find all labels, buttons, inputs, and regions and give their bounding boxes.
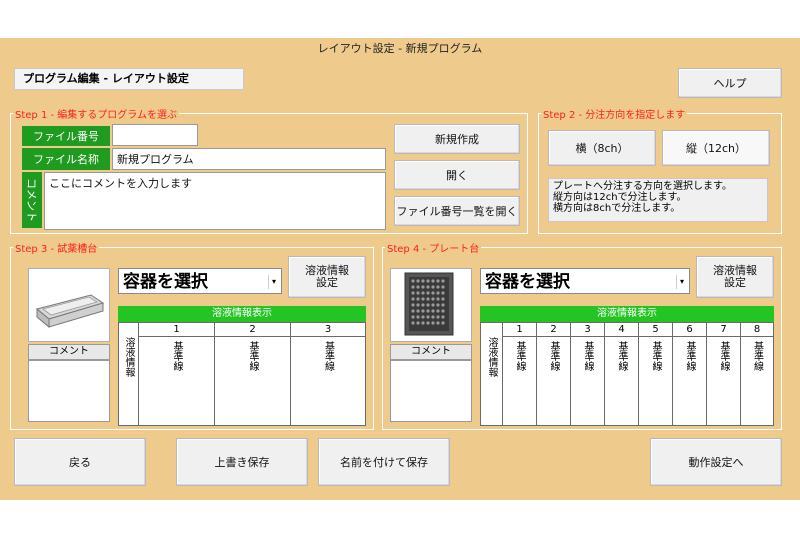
- step3-solution-table: 溶液情報 1 2 3 基準線 基準線 基準線: [118, 322, 366, 426]
- file-number-label: ファイル番号: [22, 126, 110, 146]
- column-header: 2: [215, 323, 291, 337]
- overwrite-save-button[interactable]: 上書き保存: [176, 438, 308, 486]
- column-header: 7: [707, 323, 741, 337]
- horizontal-8ch-button[interactable]: 横（8ch）: [548, 130, 656, 166]
- step4-container-select[interactable]: 容器を選択 ▾: [480, 268, 690, 294]
- open-file-list-button[interactable]: ファイル番号一覧を開く: [394, 196, 520, 226]
- solution-cell[interactable]: 基準線: [707, 337, 741, 425]
- step1-legend: Step 1 - 編集するプログラムを選ぶ: [15, 110, 177, 121]
- info-line: 横方向は8chで分注します。: [553, 203, 681, 214]
- column-header: 4: [605, 323, 639, 337]
- save-as-button[interactable]: 名前を付けて保存: [318, 438, 450, 486]
- step3-legend: Step 3 - 試薬槽台: [15, 244, 98, 255]
- column-header: 1: [503, 323, 537, 337]
- solution-cell[interactable]: 基準線: [291, 337, 365, 425]
- direction-info: プレートへ分注する方向を選択します。 縦方向は12chで分注します。 横方向は8…: [548, 178, 768, 222]
- plate-image: [390, 268, 472, 342]
- chevron-down-icon[interactable]: ▾: [268, 275, 279, 289]
- step3-comment-field[interactable]: [28, 360, 110, 422]
- page-title: プログラム編集 - レイアウト設定: [14, 68, 244, 90]
- step3-row-label: 溶液情報: [119, 323, 139, 425]
- chevron-down-icon[interactable]: ▾: [676, 275, 687, 289]
- app-window: レイアウト設定 - 新規プログラム プログラム編集 - レイアウト設定 ヘルプ …: [0, 38, 800, 500]
- column-header: 1: [139, 323, 215, 337]
- step3-container-select[interactable]: 容器を選択 ▾: [118, 268, 282, 294]
- info-line: プレートへ分注する方向を選択します。: [553, 181, 732, 192]
- step3-comment-label: コメント: [28, 344, 110, 360]
- file-name-label: ファイル名称: [22, 148, 110, 170]
- step3-select-value: 容器を選択: [123, 272, 208, 292]
- column-header: 6: [673, 323, 707, 337]
- step4-row-label: 溶液情報: [481, 323, 503, 425]
- step4-select-value: 容器を選択: [485, 272, 570, 292]
- new-program-button[interactable]: 新規作成: [394, 124, 520, 154]
- comment-field[interactable]: ここにコメントを入力します: [44, 172, 386, 230]
- column-header: 8: [741, 323, 773, 337]
- go-to-motion-settings-button[interactable]: 動作設定へ: [650, 438, 782, 486]
- help-button[interactable]: ヘルプ: [678, 68, 782, 98]
- reservoir-tray-icon: [35, 294, 105, 329]
- step4-table-title: 溶液情報表示: [480, 306, 774, 322]
- reservoir-image: [28, 268, 110, 342]
- solution-cell[interactable]: 基準線: [639, 337, 673, 425]
- solution-cell[interactable]: 基準線: [215, 337, 291, 425]
- column-header: 2: [537, 323, 571, 337]
- comment-label: コメント: [22, 172, 42, 228]
- step4-legend: Step 4 - プレート台: [387, 244, 480, 255]
- step4-comment-field[interactable]: [390, 360, 472, 422]
- step4-comment-label: コメント: [390, 344, 472, 360]
- step3-solution-settings-button[interactable]: 溶液情報 設定: [288, 256, 366, 298]
- column-header: 3: [571, 323, 605, 337]
- file-number-field[interactable]: [112, 124, 198, 146]
- well-plate-icon: [404, 272, 454, 336]
- vertical-12ch-button[interactable]: 縦（12ch）: [662, 130, 770, 166]
- file-name-field[interactable]: 新規プログラム: [112, 148, 386, 170]
- solution-cell[interactable]: 基準線: [571, 337, 605, 425]
- solution-cell[interactable]: 基準線: [605, 337, 639, 425]
- solution-cell[interactable]: 基準線: [503, 337, 537, 425]
- column-header: 5: [639, 323, 673, 337]
- window-title: レイアウト設定 - 新規プログラム: [317, 42, 483, 55]
- step3-table-title: 溶液情報表示: [118, 306, 366, 322]
- step2-legend: Step 2 - 分注方向を指定します: [543, 110, 686, 121]
- solution-cell[interactable]: 基準線: [741, 337, 773, 425]
- solution-cell[interactable]: 基準線: [537, 337, 571, 425]
- column-header: 3: [291, 323, 365, 337]
- solution-cell[interactable]: 基準線: [673, 337, 707, 425]
- solution-cell[interactable]: 基準線: [139, 337, 215, 425]
- info-line: 縦方向は12chで分注します。: [553, 192, 687, 203]
- step4-solution-settings-button[interactable]: 溶液情報 設定: [696, 256, 774, 298]
- back-button[interactable]: 戻る: [14, 438, 146, 486]
- step4-solution-table: 溶液情報 1 2 3 4 5 6 7 8 基準線 基準線 基準線 基準線 基準線…: [480, 322, 774, 426]
- open-program-button[interactable]: 開く: [394, 160, 520, 190]
